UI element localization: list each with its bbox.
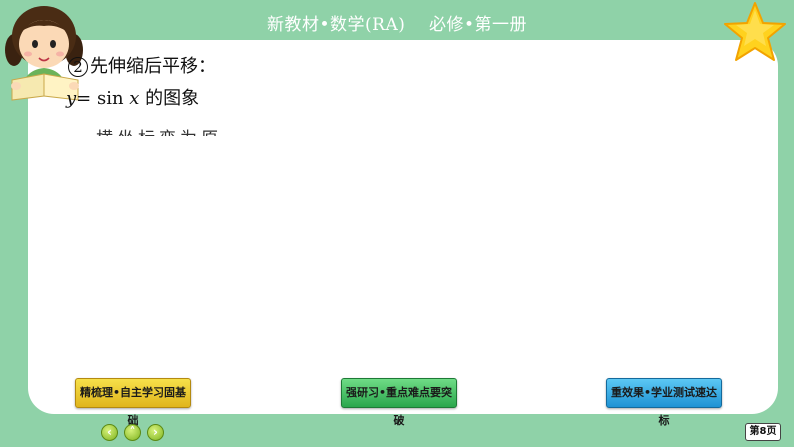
step-number: 2: [68, 57, 88, 77]
star-icon: [724, 2, 786, 61]
func-var: x: [129, 88, 140, 109]
nav-button-basics[interactable]: 精梳理•自主学习固基础: [75, 378, 191, 427]
nav-button-key-points[interactable]: 强研习•重点难点要突破: [341, 378, 457, 427]
step-line: 2 先伸缩后平移：: [68, 52, 216, 78]
func-prefix: y: [66, 88, 77, 109]
prev-arrow-icon[interactable]: ‹: [101, 424, 118, 441]
step-text: 先伸缩后平移：: [90, 56, 216, 77]
func-suffix: 的图象: [139, 88, 200, 109]
next-arrow-icon[interactable]: ›: [147, 424, 164, 441]
header-title: 新教材•数学(RA) 必修•第一册: [266, 15, 527, 35]
function-line: y= sin x 的图象: [66, 84, 199, 110]
home-arrow-icon[interactable]: ˄: [124, 424, 141, 441]
func-eq: = sin: [76, 88, 130, 109]
nav-button-assessment[interactable]: 重效果•学业测试速达标: [606, 378, 722, 427]
page-number: 第8页: [745, 423, 781, 441]
partial-text-line: 横坐标变为原: [96, 124, 222, 136]
